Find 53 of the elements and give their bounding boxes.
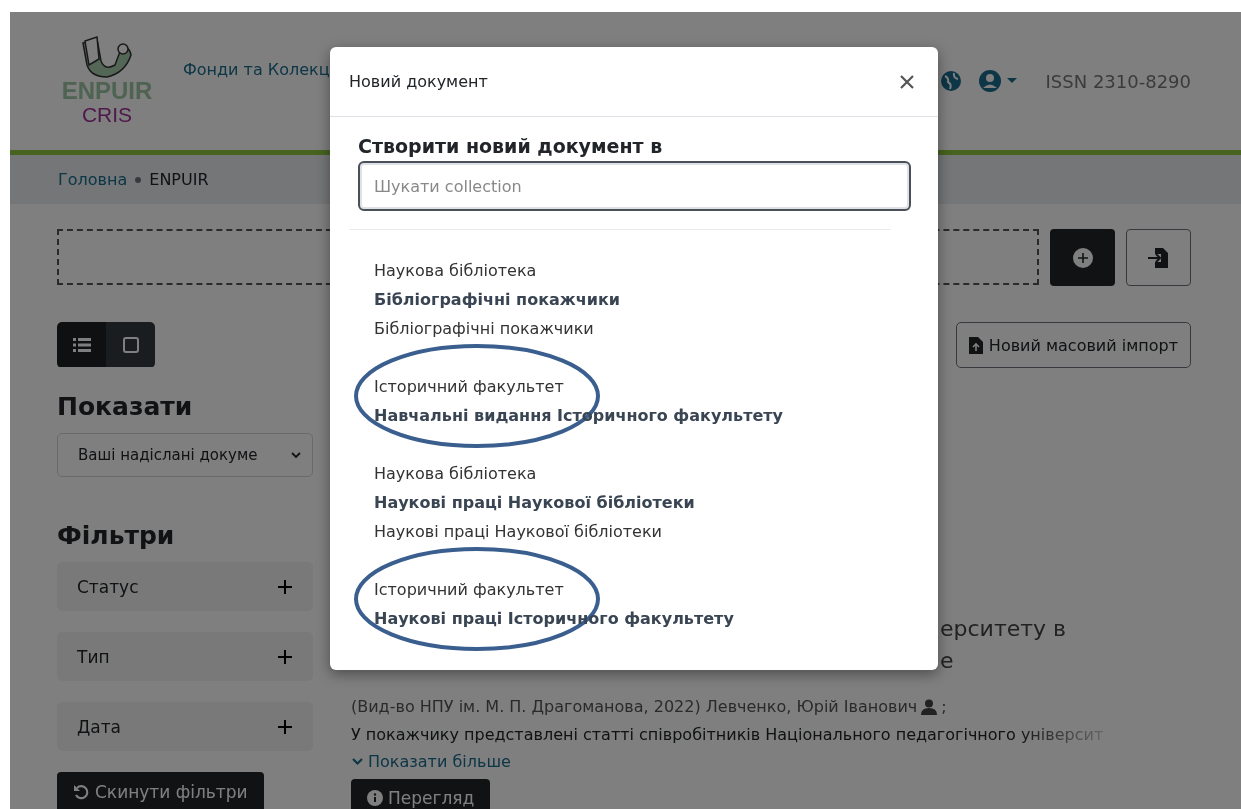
close-icon <box>900 74 914 89</box>
file-upload-icon <box>968 336 983 354</box>
nav-link[interactable]: Фонди та Колекц <box>183 59 330 79</box>
collection-search-field[interactable]: Шукати collection <box>358 161 911 211</box>
result-meta-separator: ; <box>941 697 947 716</box>
filters-heading: Фільтри <box>57 521 176 550</box>
collection-description: Наукові праці Наукової бібліотеки <box>374 521 663 543</box>
collection-parent: Наукова бібліотека <box>374 463 538 485</box>
undo-icon <box>73 784 89 800</box>
logo-subtext[interactable]: CRIS <box>81 103 133 127</box>
show-more-link[interactable]: Показати більше <box>351 752 511 771</box>
globe-icon[interactable] <box>939 70 962 92</box>
breadcrumb-separator-icon <box>135 176 142 183</box>
show-select[interactable]: Ваші надіслані докуме <box>57 433 313 477</box>
dialog-heading: Створити новий документ в <box>358 135 664 157</box>
view-toggle-button[interactable] <box>57 322 106 367</box>
view-toggle-button[interactable] <box>106 322 155 367</box>
breadcrumb-link[interactable]: ENPUIR <box>149 170 209 189</box>
issn-text: ISSN 2310-8290 <box>1045 70 1191 92</box>
breadcrumb-link[interactable]: Головна <box>58 170 128 189</box>
collection-name: Бібліографічні покажчики <box>374 289 621 311</box>
import-button[interactable] <box>1126 229 1191 286</box>
collection-parent: Наукова бібліотека <box>374 260 538 282</box>
filter-toggle[interactable]: Дата <box>57 702 313 751</box>
person-icon <box>921 698 938 715</box>
view-button[interactable]: Перегляд <box>351 779 491 809</box>
add-button[interactable] <box>1050 229 1115 286</box>
info-icon <box>367 790 383 806</box>
collection-name: Наукові праці Наукової бібліотеки <box>374 492 696 514</box>
plus-circle-icon <box>1071 246 1094 269</box>
collection-list-item[interactable]: Наукова бібліотека Наукові праці Наукової бібліотеки Наукові праці Наукової бібліотеки <box>374 459 911 546</box>
filter-toggle[interactable]: Тип <box>57 632 313 681</box>
square-icon <box>122 336 139 353</box>
mass-import-button[interactable]: Новий масовий імпорт <box>955 322 1191 368</box>
result-title[interactable]: ерситету в <box>940 613 1191 645</box>
collection-parent: Історичний факультет <box>374 579 565 601</box>
show-heading: Показати <box>57 392 194 421</box>
chevron-down-icon <box>351 757 364 766</box>
user-menu-icon[interactable] <box>977 69 1020 93</box>
reset-filters-button[interactable]: Скинути фільтри <box>57 772 264 809</box>
chevron-down-icon <box>290 451 302 459</box>
list-icon <box>72 336 91 353</box>
plus-icon <box>277 718 293 735</box>
filter-toggle[interactable]: Статус <box>57 562 313 611</box>
result-title[interactable]: е <box>940 645 1191 677</box>
file-import-icon <box>1146 245 1171 270</box>
dialog-title: Новий документ <box>349 72 488 91</box>
result-meta: (Вид-во НПУ ім. М. П. Драгоманова, 2022) Левченко, Юрій Іванович <box>351 697 918 716</box>
plus-icon <box>277 578 293 595</box>
collection-list-item[interactable]: Наукова бібліотека Бібліографічні покажчики Бібліографічні покажчики <box>374 256 911 343</box>
collection-description: Бібліографічні покажчики <box>374 318 595 340</box>
collection-parent: Історичний факультет <box>374 376 565 398</box>
plus-icon <box>277 648 293 665</box>
